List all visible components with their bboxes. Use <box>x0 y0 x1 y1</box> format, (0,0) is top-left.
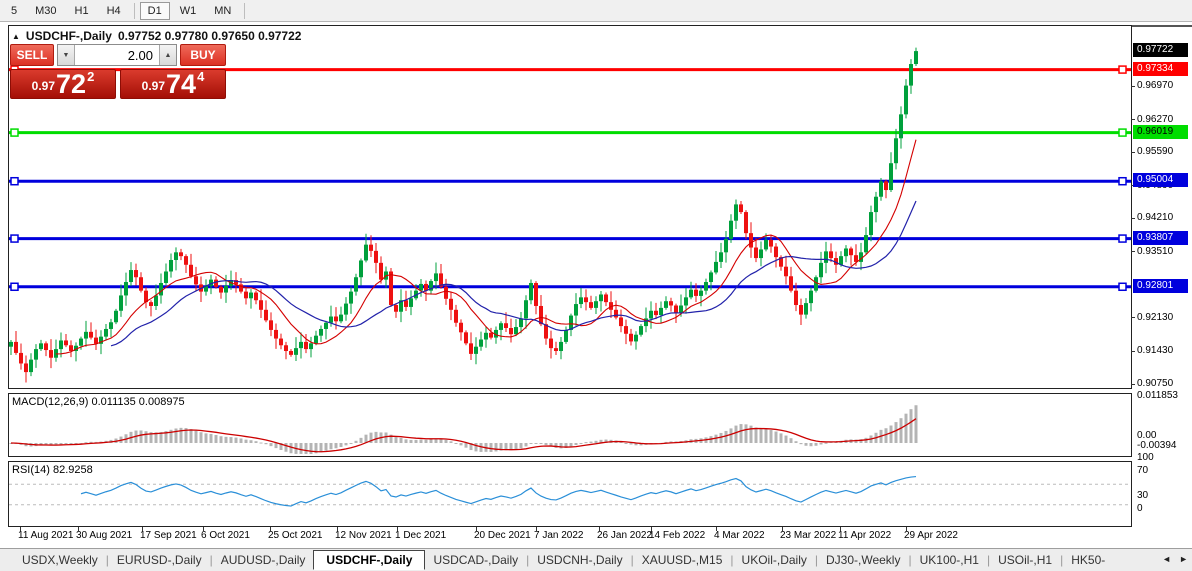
date-axis-label: 25 Oct 2021 <box>268 530 322 541</box>
chart-tab-hk50[interactable]: HK50- <box>1063 550 1113 570</box>
tab-scroll-buttons: ◄ ► <box>1162 554 1188 564</box>
chart-tab-ukoildaily[interactable]: UKOil-,Daily <box>734 550 815 570</box>
volume-input[interactable] <box>75 45 159 65</box>
date-axis-label: 12 Nov 2021 <box>335 530 392 541</box>
trading-app: 5M30H1H4 D1W1MN ▲ USDCHF-,Daily 0.97752 0… <box>0 0 1192 571</box>
macd-axis-min: -0.00394 <box>1137 440 1176 451</box>
chart-tab-usdxweekly[interactable]: USDX,Weekly <box>14 550 106 570</box>
buy-price-big: 74 <box>166 72 196 96</box>
price-axis-label: 0.96270 <box>1137 114 1173 125</box>
rsi-axis-label: 30 <box>1137 490 1148 501</box>
sell-price-pip: 2 <box>87 69 94 84</box>
volume-decrease-icon[interactable]: ▼ <box>58 45 75 65</box>
price-axis-label: 0.94210 <box>1137 212 1173 223</box>
buy-button[interactable]: BUY <box>180 44 226 66</box>
price-axis-label: 0.93510 <box>1137 246 1173 257</box>
collapse-panel-icon[interactable]: ▲ <box>12 32 20 41</box>
price-axis-box: 0.96019 <box>1133 125 1188 139</box>
rsi-plot[interactable] <box>9 462 1131 526</box>
price-axis-tick <box>1131 86 1135 87</box>
sell-price-box[interactable]: 0.97 72 2 <box>10 69 116 99</box>
tab-scroll-right-icon[interactable]: ► <box>1179 554 1188 564</box>
buy-price-pip: 4 <box>197 69 204 84</box>
chart-tab-audusddaily[interactable]: AUDUSD-,Daily <box>213 550 314 570</box>
price-axis-label: 0.92130 <box>1137 312 1173 323</box>
date-axis-label: 11 Aug 2021 <box>18 530 73 541</box>
chart-tab-eurusddaily[interactable]: EURUSD-,Daily <box>109 550 210 570</box>
price-axis-label: 0.95590 <box>1137 146 1173 157</box>
price-axis-box: 0.97334 <box>1133 62 1188 76</box>
timeframe-button-d1[interactable]: D1 <box>140 2 170 20</box>
sell-price-prefix: 0.97 <box>32 79 55 93</box>
chart-tab-usdcnhdaily[interactable]: USDCNH-,Daily <box>529 550 630 570</box>
date-axis-label: 11 Apr 2022 <box>838 530 891 541</box>
price-axis-label: 0.91430 <box>1137 345 1173 356</box>
price-axis-tick <box>1131 384 1135 385</box>
chart-window: ▲ USDCHF-,Daily 0.97752 0.97780 0.97650 … <box>0 22 1192 548</box>
macd-label: MACD(12,26,9) 0.011135 0.008975 <box>12 396 185 408</box>
price-axis-tick <box>1131 351 1135 352</box>
chart-tab-usdchfdaily[interactable]: USDCHF-,Daily <box>313 550 425 570</box>
date-axis-label: 7 Jan 2022 <box>534 530 584 541</box>
buy-price-box[interactable]: 0.97 74 4 <box>120 69 226 99</box>
ohlc-values: 0.97752 0.97780 0.97650 0.97722 <box>118 29 302 43</box>
price-axis-tick <box>1131 218 1135 219</box>
symbol-title: USDCHF-,Daily <box>26 29 112 43</box>
date-axis-label: 6 Oct 2021 <box>201 530 250 541</box>
date-axis-label: 17 Sep 2021 <box>140 530 197 541</box>
rsi-panel[interactable] <box>8 461 1132 527</box>
tab-scroll-left-icon[interactable]: ◄ <box>1162 554 1171 564</box>
chart-header: ▲ USDCHF-,Daily 0.97752 0.97780 0.97650 … <box>12 29 301 43</box>
volume-stepper: ▼ ▲ <box>57 44 177 66</box>
chart-tab-uk100h1[interactable]: UK100-,H1 <box>912 550 987 570</box>
rsi-label: RSI(14) 82.9258 <box>12 464 93 476</box>
price-axis-label: 0.90750 <box>1137 378 1173 389</box>
rsi-axis-label: 100 <box>1137 452 1154 463</box>
price-axis-box: 0.93807 <box>1133 231 1188 245</box>
timeframe-button-mn[interactable]: MN <box>206 2 239 20</box>
timeframe-button-w1[interactable]: W1 <box>172 2 205 20</box>
timeframe-button-h4[interactable]: H4 <box>99 2 129 20</box>
date-axis-label: 1 Dec 2021 <box>395 530 446 541</box>
timeframe-button-m30[interactable]: M30 <box>27 2 64 20</box>
price-axis-label: 0.96970 <box>1137 80 1173 91</box>
macd-axis-max: 0.011853 <box>1137 390 1178 401</box>
sell-button[interactable]: SELL <box>10 44 54 66</box>
toolbar-separator <box>244 3 245 19</box>
date-axis-label: 26 Jan 2022 <box>597 530 652 541</box>
price-axis-tick <box>1131 119 1135 120</box>
date-axis-label: 20 Dec 2021 <box>474 530 531 541</box>
date-axis-label: 14 Feb 2022 <box>649 530 705 541</box>
volume-increase-icon[interactable]: ▲ <box>159 45 176 65</box>
rsi-axis-label: 0 <box>1137 503 1143 514</box>
timeframe-button-h1[interactable]: H1 <box>67 2 97 20</box>
price-axis-box: 0.92801 <box>1133 279 1188 293</box>
date-axis-label: 30 Aug 2021 <box>76 530 132 541</box>
price-axis-box: 0.97722 <box>1133 43 1188 57</box>
chart-tab-xauusdm15[interactable]: XAUUSD-,M15 <box>634 550 731 570</box>
one-click-trade-panel: SELL ▼ ▲ BUY 0.97 72 2 0.97 74 4 <box>10 44 226 99</box>
toolbar-separator <box>134 3 135 19</box>
chart-tab-dj30weekly[interactable]: DJ30-,Weekly <box>818 550 908 570</box>
timeframe-toolbar: 5M30H1H4 D1W1MN <box>0 0 1192 22</box>
price-axis-tick <box>1131 152 1135 153</box>
chart-tabbar: ◄ ► USDX,Weekly|EURUSD-,Daily|AUDUSD-,Da… <box>0 548 1192 571</box>
price-axis-tick <box>1131 317 1135 318</box>
sell-price-big: 72 <box>56 72 86 96</box>
date-axis-label: 29 Apr 2022 <box>904 530 958 541</box>
rsi-axis-label: 70 <box>1137 465 1148 476</box>
date-axis-label: 23 Mar 2022 <box>780 530 836 541</box>
chart-tab-usoilh1[interactable]: USOil-,H1 <box>990 550 1060 570</box>
price-axis-tick <box>1131 251 1135 252</box>
timeframe-button-5[interactable]: 5 <box>3 2 25 20</box>
price-axis-box: 0.95004 <box>1133 173 1188 187</box>
chart-tab-usdcaddaily[interactable]: USDCAD-,Daily <box>425 550 526 570</box>
buy-price-prefix: 0.97 <box>142 79 165 93</box>
date-axis-label: 4 Mar 2022 <box>714 530 765 541</box>
